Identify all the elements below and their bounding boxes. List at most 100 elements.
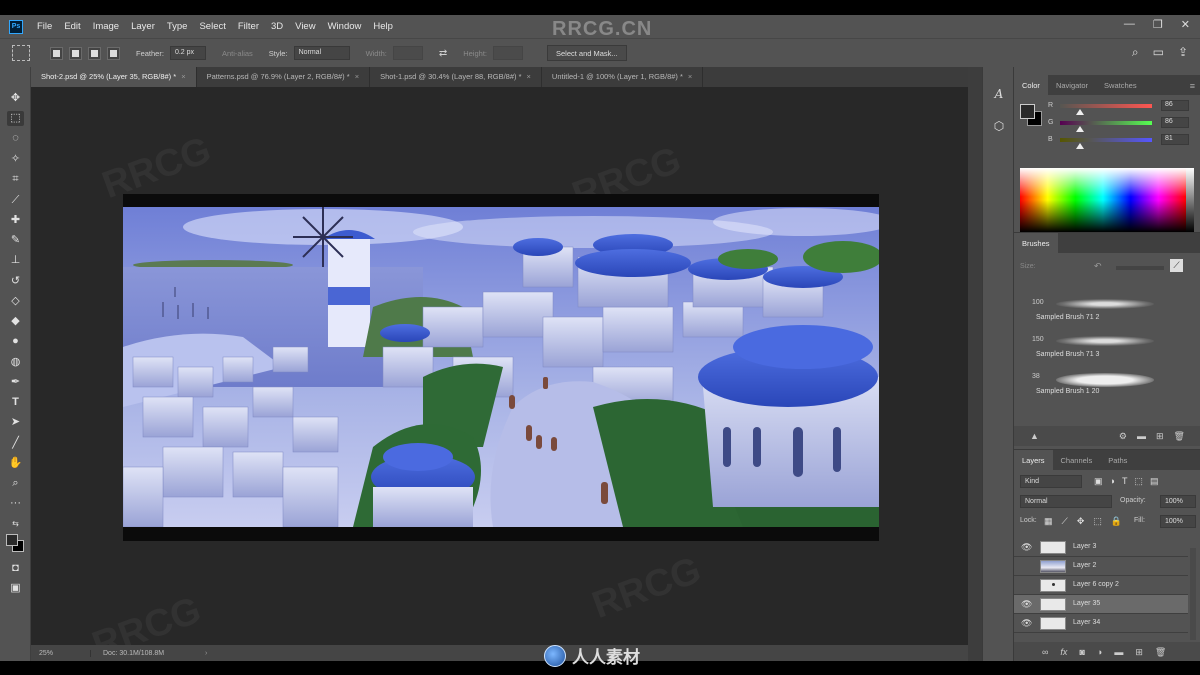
- height-input[interactable]: [492, 46, 523, 60]
- color-foreground-swatch[interactable]: [1020, 104, 1035, 119]
- tab-channels[interactable]: Channels: [1053, 450, 1101, 470]
- brush-item[interactable]: 100 Sampled Brush 71 2: [1028, 293, 1188, 330]
- path-selection-tool-icon[interactable]: ➤: [7, 415, 24, 430]
- workspace-icon[interactable]: ▭: [1153, 45, 1164, 60]
- menu-image[interactable]: Image: [87, 21, 125, 32]
- new-group-icon[interactable]: ▬: [1137, 431, 1146, 441]
- eye-visibility-icon[interactable]: 👁: [1021, 542, 1032, 552]
- red-thumb[interactable]: [1076, 109, 1084, 115]
- lock-artboard-icon[interactable]: ⬚: [1093, 516, 1102, 527]
- eye-visibility-icon[interactable]: 👁: [1021, 618, 1032, 628]
- restore-button[interactable]: ❐: [1153, 18, 1163, 31]
- delete-brush-icon[interactable]: 🗑: [1174, 431, 1185, 442]
- brush-size-small-icon[interactable]: ▲: [1030, 431, 1039, 441]
- menu-3d[interactable]: 3D: [265, 21, 289, 32]
- add-to-selection-icon[interactable]: [69, 46, 82, 60]
- marquee-tool-icon[interactable]: ⬚: [7, 111, 24, 126]
- menu-layer[interactable]: Layer: [125, 21, 161, 32]
- tab-color[interactable]: Color: [1014, 75, 1048, 95]
- layer-effects-icon[interactable]: fx: [1060, 647, 1067, 657]
- layer-name[interactable]: Layer 2: [1073, 562, 1096, 569]
- lock-all-icon[interactable]: 🔒: [1111, 516, 1122, 527]
- brush-settings-icon[interactable]: ⚙: [1119, 431, 1127, 442]
- subtract-from-selection-icon[interactable]: [88, 46, 101, 60]
- layer-kind-filter[interactable]: Kind: [1020, 475, 1082, 488]
- tab-untitled-1[interactable]: Untitled-1 @ 100% (Layer 1, RGB/8#) * ×: [542, 67, 704, 87]
- new-selection-icon[interactable]: [50, 46, 63, 60]
- lock-position-icon[interactable]: ✥: [1077, 516, 1085, 527]
- intersect-selection-icon[interactable]: [107, 46, 120, 60]
- status-menu-arrow-icon[interactable]: ›: [201, 650, 207, 657]
- layer-name[interactable]: Layer 6 copy 2: [1073, 581, 1119, 588]
- style-select[interactable]: Normal: [293, 46, 350, 60]
- zoom-tool-icon[interactable]: ⌕: [7, 476, 24, 491]
- menu-help[interactable]: Help: [367, 21, 399, 32]
- grayscale-ramp[interactable]: [1186, 168, 1194, 232]
- layer-name[interactable]: Layer 35: [1073, 600, 1100, 607]
- layers-scrollbar[interactable]: [1190, 548, 1196, 640]
- brush-item[interactable]: 38 Sampled Brush 1 20: [1028, 367, 1188, 404]
- tab-navigator[interactable]: Navigator: [1048, 75, 1096, 95]
- menu-edit[interactable]: Edit: [58, 21, 86, 32]
- menu-type[interactable]: Type: [161, 21, 194, 32]
- lock-image-icon[interactable]: ⟋: [1062, 516, 1068, 527]
- eyedropper-tool-icon[interactable]: ⟋: [7, 193, 24, 208]
- tab-shot-2[interactable]: Shot-2.psd @ 25% (Layer 35, RGB/8#) * ×: [31, 67, 197, 87]
- rectangular-marquee-preset-icon[interactable]: [12, 45, 30, 61]
- type-tool-icon[interactable]: T: [7, 395, 24, 410]
- close-button[interactable]: ✕: [1181, 18, 1190, 31]
- new-layer-icon[interactable]: ⊞: [1135, 647, 1143, 658]
- opacity-input[interactable]: 100%: [1160, 495, 1196, 508]
- blue-slider[interactable]: B 81: [1048, 134, 1198, 149]
- red-value[interactable]: 86: [1161, 100, 1189, 111]
- dodge-tool-icon[interactable]: ◍: [7, 355, 24, 370]
- menu-select[interactable]: Select: [193, 21, 231, 32]
- paint-bucket-tool-icon[interactable]: ◆: [7, 314, 24, 329]
- brush-size-slider[interactable]: [1116, 266, 1164, 270]
- blend-mode-select[interactable]: Normal: [1020, 495, 1112, 508]
- eraser-tool-icon[interactable]: ◇: [7, 294, 24, 309]
- fill-input[interactable]: 100%: [1160, 515, 1196, 528]
- new-brush-icon[interactable]: ⊞: [1156, 431, 1164, 442]
- tab-paths[interactable]: Paths: [1100, 450, 1135, 470]
- magic-wand-tool-icon[interactable]: ✧: [7, 152, 24, 167]
- tab-swatches[interactable]: Swatches: [1096, 75, 1145, 95]
- document-canvas[interactable]: [123, 194, 879, 541]
- default-colors-icon[interactable]: ⇆: [7, 516, 24, 531]
- blue-value[interactable]: 81: [1161, 134, 1189, 145]
- green-track[interactable]: [1060, 121, 1152, 125]
- lock-transparent-icon[interactable]: ▦: [1044, 516, 1053, 527]
- feather-input[interactable]: 0.2 px: [169, 46, 206, 60]
- add-mask-icon[interactable]: ◙: [1079, 647, 1084, 657]
- select-and-mask-button[interactable]: Select and Mask...: [546, 45, 627, 61]
- tab-patterns[interactable]: Patterns.psd @ 76.9% (Layer 2, RGB/8#) *…: [197, 67, 371, 87]
- link-layers-icon[interactable]: ∞: [1042, 647, 1048, 657]
- more-tools-icon[interactable]: ···: [7, 496, 24, 511]
- layer-row[interactable]: 👁 Layer 34: [1014, 614, 1188, 633]
- brush-preview-icon[interactable]: ⟋: [1170, 259, 1183, 272]
- green-slider[interactable]: G 86: [1048, 117, 1198, 132]
- reset-size-icon[interactable]: ↶: [1094, 261, 1102, 272]
- green-thumb[interactable]: [1076, 126, 1084, 132]
- panel-menu-icon[interactable]: ≡: [1190, 81, 1195, 91]
- red-slider[interactable]: R 86: [1048, 100, 1198, 115]
- foreground-color-swatch[interactable]: [6, 534, 18, 546]
- minimize-button[interactable]: —: [1124, 18, 1135, 31]
- 3d-panel-icon[interactable]: ⬡: [992, 119, 1006, 133]
- layer-row[interactable]: 👁 Layer 35: [1014, 595, 1188, 614]
- layer-row[interactable]: 👁 Layer 3: [1014, 538, 1188, 557]
- close-tab-icon[interactable]: ×: [688, 72, 692, 81]
- blue-track[interactable]: [1060, 138, 1152, 142]
- clone-stamp-tool-icon[interactable]: ⊥: [7, 253, 24, 268]
- search-icon[interactable]: ⌕: [1132, 45, 1139, 60]
- crop-tool-icon[interactable]: ⌗: [7, 172, 24, 187]
- history-brush-tool-icon[interactable]: ↺: [7, 274, 24, 289]
- brush-item[interactable]: 150 Sampled Brush 71 3: [1028, 330, 1188, 367]
- zoom-level-field[interactable]: 25%: [31, 649, 91, 657]
- pen-tool-icon[interactable]: ✒: [7, 375, 24, 390]
- quick-mask-icon[interactable]: ◘: [7, 561, 24, 576]
- new-group-icon[interactable]: ▬: [1114, 647, 1123, 657]
- hand-tool-icon[interactable]: ✋: [7, 456, 24, 471]
- move-tool-icon[interactable]: ✥: [7, 91, 24, 106]
- adjustment-layer-icon[interactable]: ◑: [1097, 647, 1102, 657]
